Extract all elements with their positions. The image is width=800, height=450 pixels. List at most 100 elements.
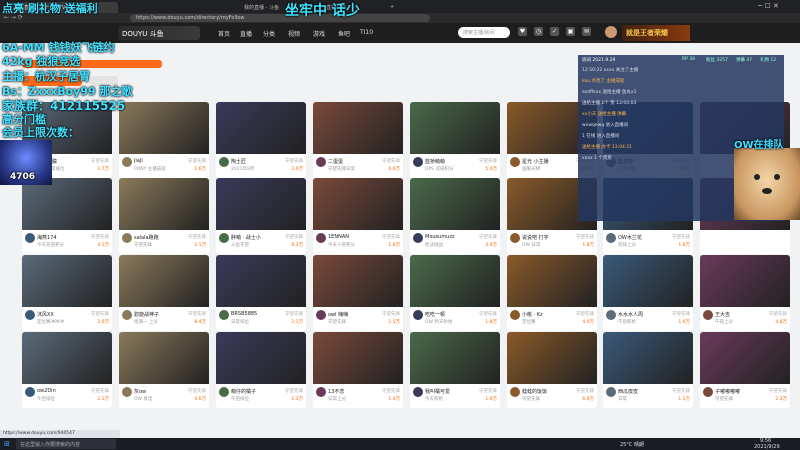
streamer-avatar[interactable] [606, 310, 616, 320]
client-icon[interactable]: ▣ [566, 27, 575, 36]
streamer-avatar[interactable] [703, 387, 713, 397]
streamer-name[interactable]: 子嘟嘟嘟嘟 [715, 388, 771, 395]
stream-card[interactable]: 灰ow OW 反话 守望先锋 4.6万 [119, 332, 209, 408]
stream-thumbnail[interactable] [507, 332, 597, 384]
streamer-avatar[interactable] [219, 310, 229, 320]
streamer-name[interactable]: owl 嗨嗨 [328, 311, 384, 318]
streamer-avatar[interactable] [25, 233, 35, 243]
streamer-avatar[interactable] [25, 387, 35, 397]
streamer-avatar[interactable] [703, 310, 713, 320]
window-controls-icon[interactable]: ─ ☐ ✕ [758, 2, 779, 10]
stream-card[interactable]: 二蛋蛋 守望先锋日常 守望先锋 6.6万 [313, 102, 403, 178]
stream-thumbnail[interactable] [603, 255, 693, 307]
streamer-avatar[interactable] [219, 387, 229, 397]
streamer-name[interactable]: jiaJi [134, 158, 190, 164]
streamer-avatar[interactable] [413, 310, 423, 320]
stream-card[interactable]: 小桃 · Kz 定位赛 守望先锋 4.0万 [507, 255, 597, 331]
streamer-name[interactable]: 13不念 [328, 388, 384, 395]
clock-date[interactable]: 2021/9/29 [754, 444, 780, 450]
nav-category[interactable]: 分类 [263, 29, 275, 38]
streamer-name[interactable]: 胖萌 · 战士小 [231, 234, 287, 241]
stream-card[interactable]: 1ENNAN 今天十倍积分 守望先锋 1.6万 [313, 178, 403, 254]
new-tab-button[interactable]: + [384, 2, 398, 13]
stream-thumbnail[interactable] [603, 332, 693, 384]
streamer-avatar[interactable] [316, 157, 326, 167]
streamer-avatar[interactable] [316, 387, 326, 397]
stream-card[interactable]: 蓝桥萌萌 DPS 双倍积分 守望先锋 5.4万 [410, 102, 500, 178]
game-banner[interactable]: 就是王者荣耀 [622, 25, 690, 41]
stream-card[interactable]: 子嘟嘟嘟嘟 守望先锋 守望先锋 2.3万 [700, 332, 790, 408]
streamer-name[interactable]: 1ENNAN [328, 234, 384, 240]
stream-thumbnail[interactable] [22, 178, 112, 230]
streamer-avatar[interactable] [413, 387, 423, 397]
stream-thumbnail[interactable] [410, 102, 500, 154]
nav-home[interactable]: 首页 [218, 29, 230, 38]
streamer-avatar[interactable] [219, 233, 229, 243]
streamer-avatar[interactable] [25, 310, 35, 320]
stream-thumbnail[interactable] [216, 178, 306, 230]
stream-thumbnail[interactable] [507, 255, 597, 307]
stream-thumbnail[interactable] [410, 255, 500, 307]
stream-thumbnail[interactable] [313, 255, 403, 307]
message-icon[interactable]: ✉ [582, 27, 591, 36]
stream-card[interactable]: 吃吃一顿 OW 秒天秒地 守望先锋 1.8万 [410, 255, 500, 331]
streamer-name[interactable]: 二蛋蛋 [328, 158, 384, 165]
history-icon[interactable]: ◷ [534, 27, 543, 36]
stream-card[interactable]: ow2Din 午后排位 守望先锋 2.1万 [22, 332, 112, 408]
streamer-name[interactable]: 灰ow [134, 388, 190, 395]
stream-thumbnail[interactable] [216, 332, 306, 384]
streamer-avatar[interactable] [316, 310, 326, 320]
stream-thumbnail[interactable] [313, 332, 403, 384]
stream-thumbnail[interactable] [119, 178, 209, 230]
streamer-name[interactable]: Mousumuzz [425, 234, 481, 240]
streamer-name[interactable]: 吃吃一顿 [425, 311, 481, 318]
nav-game[interactable]: 游戏 [313, 29, 325, 38]
stream-card[interactable]: 水水水人周 午后练枪 守望先锋 1.6万 [603, 255, 693, 331]
streamer-name[interactable]: 王大吉 [715, 311, 771, 318]
stream-card[interactable]: 13不念 日常上分 守望先锋 1.4万 [313, 332, 403, 408]
stream-thumbnail[interactable] [22, 332, 112, 384]
nav-ti10[interactable]: TI10 [360, 29, 373, 36]
stream-thumbnail[interactable] [216, 102, 306, 154]
streamer-name[interactable]: BRSB5885 [231, 311, 287, 317]
stream-thumbnail[interactable] [119, 102, 209, 154]
site-logo[interactable]: DOUYU 斗鱼 [118, 26, 200, 40]
stream-thumbnail[interactable] [313, 102, 403, 154]
stream-card[interactable]: 胖萌 · 战士小 斗鱼守望 守望先锋 8.3万 [216, 178, 306, 254]
stream-card[interactable]: owl 嗨嗨 守望先锋 守望先锋 1.5万 [313, 255, 403, 331]
stream-card[interactable]: salala跑跑 守望先锋 守望先锋 2.1万 [119, 178, 209, 254]
weather-text[interactable]: 25°C 晴朗 [620, 441, 644, 448]
search-input[interactable]: 搜索主播/房间 [458, 27, 510, 38]
streamer-name[interactable]: 沐风XX [37, 311, 93, 318]
stream-card[interactable]: 碧旋战神子 星期一 上分 守望先锋 8.4万 [119, 255, 209, 331]
streamer-avatar[interactable] [122, 387, 132, 397]
taskbar-search[interactable]: 在这里输入你要搜索的内容 [16, 439, 116, 449]
streamer-avatar[interactable] [510, 310, 520, 320]
streamer-name[interactable]: 我叫橘可爱 [425, 388, 481, 395]
streamer-name[interactable]: 水水水人周 [618, 311, 674, 318]
task-icon[interactable]: ✓ [550, 27, 559, 36]
stream-thumbnail[interactable] [700, 332, 790, 384]
streamer-name[interactable]: 星光 小主播 [522, 158, 578, 165]
streamer-avatar[interactable] [316, 233, 326, 243]
stream-thumbnail[interactable] [313, 178, 403, 230]
streamer-avatar[interactable] [510, 157, 520, 167]
streamer-name[interactable]: 蛙蛙的饭饭 [522, 388, 578, 395]
streamer-avatar[interactable] [413, 157, 423, 167]
stream-card[interactable]: 王大吉 午夜上分 守望先锋 4.8万 [700, 255, 790, 331]
streamer-name[interactable]: 萌仔的橘子 [231, 388, 287, 395]
stream-card[interactable]: 陶土匠 2021年9月 守望先锋 2.9万 [216, 102, 306, 178]
stream-card[interactable]: 萌仔的橘子 午后排位 守望先锋 1.3万 [216, 332, 306, 408]
streamer-name[interactable]: 碧旋战神子 [134, 311, 190, 318]
stream-card[interactable]: 沐风XX 定位赛冲冲冲 守望先锋 3.0万 [22, 255, 112, 331]
streamer-avatar[interactable] [606, 387, 616, 397]
streamer-name[interactable]: ow2Din [37, 388, 93, 394]
streamer-name[interactable]: 说说吧 打字 [522, 234, 578, 241]
streamer-name[interactable]: salala跑跑 [134, 234, 190, 241]
nav-live[interactable]: 直播 [240, 29, 252, 38]
streamer-name[interactable]: 西瓜皮皮 [618, 388, 674, 395]
nav-video[interactable]: 视频 [288, 29, 300, 38]
streamer-name[interactable]: 小桃 · Kz [522, 311, 578, 318]
stream-thumbnail[interactable] [119, 332, 209, 384]
stream-card[interactable]: 我叫橘可爱 今天练枪 守望先锋 1.9万 [410, 332, 500, 408]
